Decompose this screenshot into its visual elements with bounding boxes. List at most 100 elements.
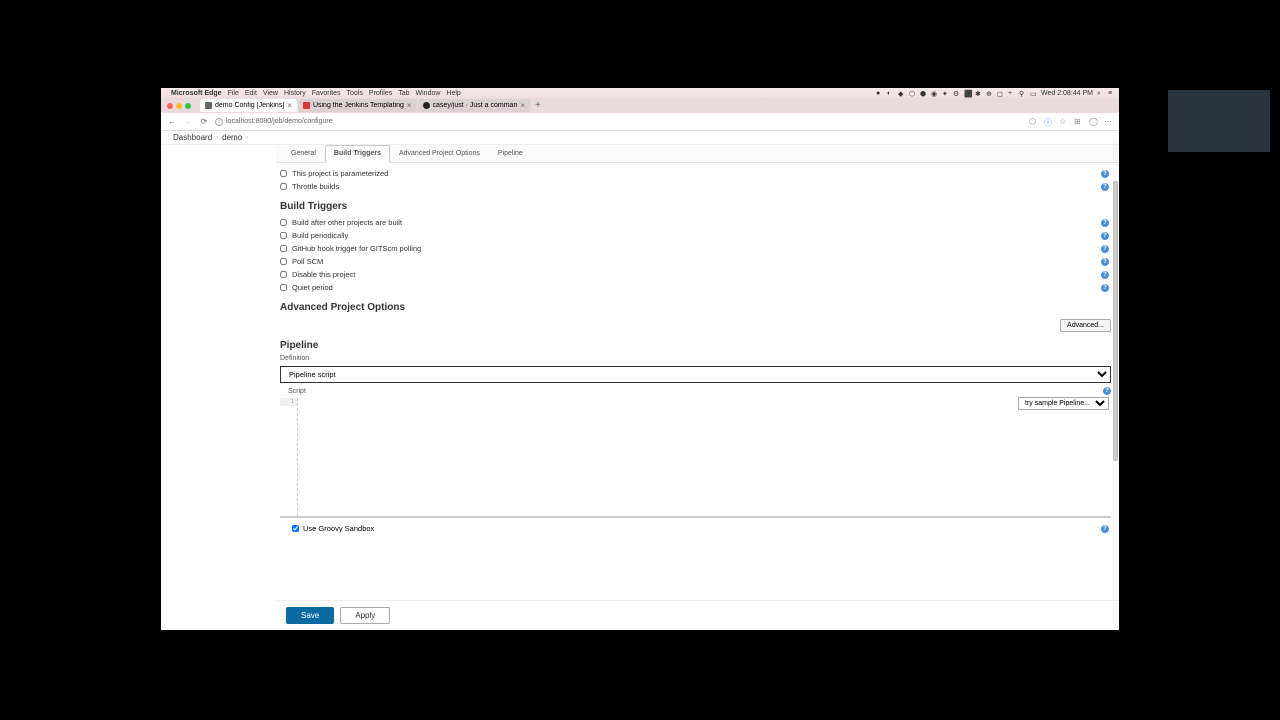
control-center-icon[interactable]: ≡: [1108, 90, 1115, 97]
help-icon[interactable]: ?: [1101, 219, 1109, 227]
help-icon[interactable]: ?: [1101, 232, 1109, 240]
scrollbar-thumb[interactable]: [1113, 181, 1118, 461]
status-icon[interactable]: ◐: [887, 90, 894, 97]
status-icon[interactable]: ●: [876, 90, 883, 97]
battery-icon[interactable]: ▭: [1030, 90, 1037, 97]
checkbox-throttle[interactable]: [280, 183, 287, 190]
browser-tab[interactable]: casey/just · Just a comman ×: [418, 99, 530, 112]
help-icon[interactable]: ?: [1101, 271, 1109, 279]
tab-advanced-options[interactable]: Advanced Project Options: [390, 145, 489, 162]
help-icon[interactable]: ?: [1101, 284, 1109, 292]
status-icon[interactable]: ✦: [942, 90, 949, 97]
checkbox-build-after[interactable]: [280, 219, 287, 226]
advanced-button[interactable]: Advanced...: [1060, 319, 1111, 332]
status-icon[interactable]: ◉: [931, 90, 938, 97]
help-icon[interactable]: ?: [1101, 170, 1109, 178]
breadcrumb-dashboard[interactable]: Dashboard: [173, 133, 212, 142]
favorite-icon[interactable]: ☆: [1059, 117, 1068, 126]
nav-reload-icon[interactable]: ⟳: [199, 117, 209, 127]
browser-tab[interactable]: demo Config [Jenkins] ×: [200, 99, 297, 112]
menu-view[interactable]: View: [263, 90, 278, 97]
breadcrumb-sep-icon: ›: [246, 135, 248, 141]
checkbox-quiet[interactable]: [280, 284, 287, 291]
status-icon[interactable]: ⊕: [986, 90, 993, 97]
menu-favorites[interactable]: Favorites: [312, 90, 341, 97]
menu-tools[interactable]: Tools: [347, 90, 363, 97]
status-icon[interactable]: ◆: [898, 90, 905, 97]
window-close[interactable]: [167, 103, 173, 109]
favicon-icon: [303, 102, 310, 109]
sidebar: [161, 145, 276, 630]
label-quiet: Quiet period: [292, 283, 333, 292]
menu-file[interactable]: File: [228, 90, 239, 97]
search-icon[interactable]: ⌕: [1097, 90, 1104, 97]
tab-build-triggers[interactable]: Build Triggers: [325, 145, 390, 163]
help-icon[interactable]: ?: [1103, 387, 1111, 395]
wifi-icon[interactable]: ⚲: [1019, 90, 1026, 97]
status-icon[interactable]: ✱: [975, 90, 982, 97]
code-area[interactable]: [298, 398, 1111, 516]
help-icon[interactable]: ?: [1101, 183, 1109, 191]
status-icon[interactable]: ⬛: [964, 90, 971, 97]
option-disable-project: Disable this project ?: [280, 268, 1111, 281]
breadcrumb-demo[interactable]: demo: [222, 133, 242, 142]
info-icon[interactable]: ⓘ: [1044, 117, 1053, 126]
checkbox-parameterized[interactable]: [280, 170, 287, 177]
help-icon[interactable]: ?: [1101, 258, 1109, 266]
browser-tab[interactable]: Using the Jenkins Templating ×: [298, 99, 417, 112]
definition-label: Definition: [280, 355, 1111, 362]
save-button[interactable]: Save: [286, 607, 334, 624]
menu-help[interactable]: Help: [446, 90, 460, 97]
script-editor[interactable]: 1: [280, 398, 1111, 518]
status-icon[interactable]: ⬢: [920, 90, 927, 97]
nav-back-icon[interactable]: ←: [167, 117, 177, 127]
more-icon[interactable]: ⋯: [1104, 117, 1113, 126]
menu-profiles[interactable]: Profiles: [369, 90, 392, 97]
url-text: localhost:8080/job/demo/configure: [226, 118, 333, 125]
tab-close-icon[interactable]: ×: [287, 101, 292, 110]
status-icon[interactable]: ◻: [997, 90, 1004, 97]
window-maximize[interactable]: [185, 103, 191, 109]
status-icon[interactable]: ⬡: [909, 90, 916, 97]
help-icon[interactable]: ?: [1101, 525, 1109, 533]
site-info-icon[interactable]: i: [215, 118, 223, 126]
status-icon[interactable]: ⚙: [953, 90, 960, 97]
reading-mode-icon[interactable]: ⬡: [1029, 117, 1038, 126]
url-field[interactable]: i localhost:8080/job/demo/configure: [215, 118, 1023, 126]
tab-title: Using the Jenkins Templating: [313, 102, 404, 109]
label-disable: Disable this project: [292, 270, 355, 279]
clock[interactable]: Wed 2:08:44 PM: [1041, 90, 1093, 97]
label-github-hook: GitHub hook trigger for GITScm polling: [292, 244, 421, 253]
checkbox-sandbox[interactable]: [292, 525, 299, 532]
help-icon[interactable]: ?: [1101, 245, 1109, 253]
checkbox-poll-scm[interactable]: [280, 258, 287, 265]
definition-select[interactable]: Pipeline script: [280, 366, 1111, 383]
collections-icon[interactable]: ⊞: [1074, 117, 1083, 126]
status-icon[interactable]: +: [1008, 90, 1015, 97]
tab-close-icon[interactable]: ×: [520, 101, 525, 110]
tab-general[interactable]: General: [282, 145, 325, 162]
section-build-triggers: Build Triggers: [280, 201, 1111, 212]
button-bar: Save Apply: [276, 600, 1119, 630]
label-sandbox: Use Groovy Sandbox: [303, 524, 374, 533]
option-throttle: Throttle builds ?: [280, 180, 1111, 193]
option-build-after: Build after other projects are built ?: [280, 216, 1111, 229]
menu-history[interactable]: History: [284, 90, 306, 97]
checkbox-disable[interactable]: [280, 271, 287, 278]
tab-close-icon[interactable]: ×: [407, 101, 412, 110]
profile-icon[interactable]: ◯: [1089, 117, 1098, 126]
apply-button[interactable]: Apply: [340, 607, 390, 624]
scrollbar[interactable]: [1113, 141, 1119, 630]
menu-edit[interactable]: Edit: [245, 90, 257, 97]
checkbox-periodically[interactable]: [280, 232, 287, 239]
section-pipeline: Pipeline: [280, 340, 1111, 351]
nav-forward-icon: →: [183, 117, 193, 127]
tab-pipeline[interactable]: Pipeline: [489, 145, 532, 162]
window-minimize[interactable]: [176, 103, 182, 109]
menu-tab[interactable]: Tab: [398, 90, 409, 97]
new-tab-button[interactable]: +: [531, 100, 545, 111]
checkbox-github-hook[interactable]: [280, 245, 287, 252]
tab-title: casey/just · Just a comman: [433, 102, 518, 109]
app-name[interactable]: Microsoft Edge: [171, 90, 222, 97]
menu-window[interactable]: Window: [416, 90, 441, 97]
